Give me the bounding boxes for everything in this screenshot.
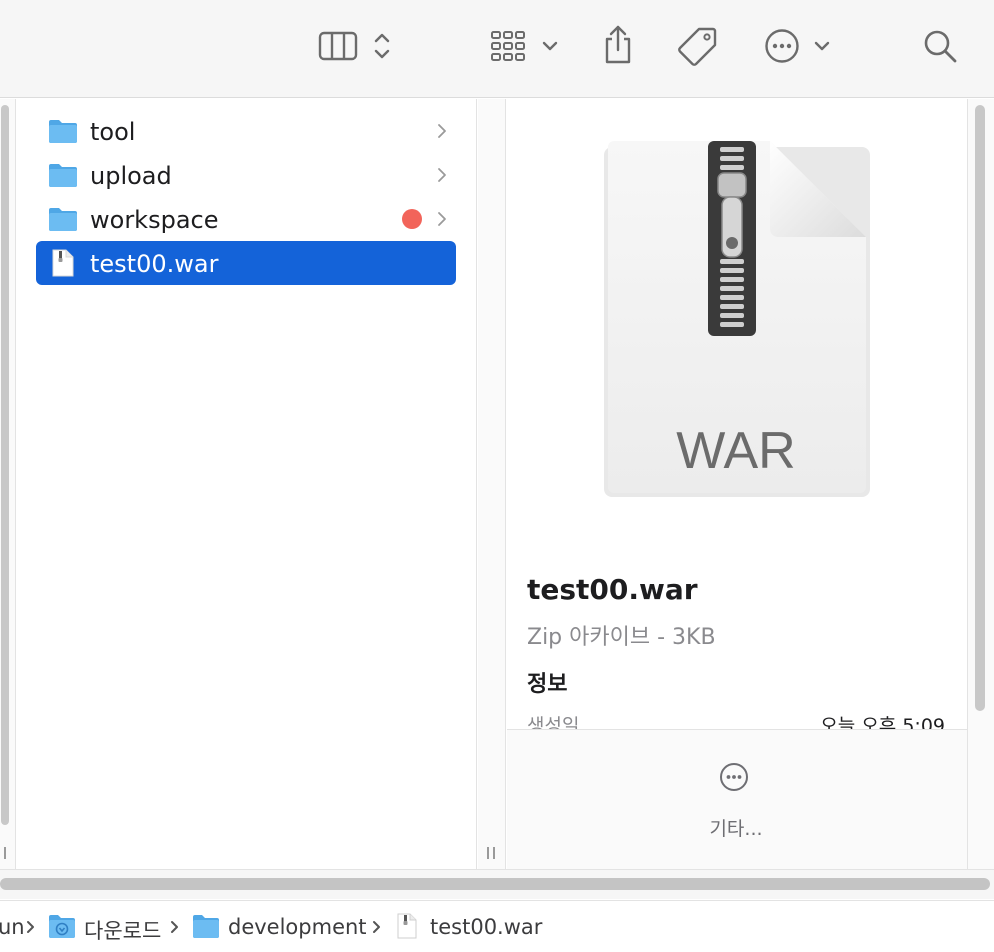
- preview-subtitle: Zip 아카이브 - 3KB: [527, 625, 716, 650]
- chevron-right-icon: [436, 121, 448, 141]
- chevron-down-icon[interactable]: [810, 36, 834, 56]
- search-icon[interactable]: [920, 26, 960, 66]
- list-item-label: test00.war: [90, 250, 219, 278]
- column-resize-handle[interactable]: [487, 847, 489, 859]
- path-crumb-downloads[interactable]: 다운로드: [84, 915, 161, 945]
- zip-file-icon: [48, 249, 78, 277]
- chevron-down-icon[interactable]: [538, 36, 562, 56]
- downloads-folder-icon: [48, 913, 76, 943]
- share-icon[interactable]: [598, 22, 638, 66]
- folder-icon: [48, 117, 78, 145]
- preview-scrollbar[interactable]: [975, 105, 985, 711]
- more-actions-icon[interactable]: [762, 26, 802, 66]
- tag-icon[interactable]: [676, 24, 720, 68]
- column-resize-handle[interactable]: [4, 847, 6, 859]
- file-list-column: tool upload workspace test00.war: [17, 99, 477, 869]
- info-value: 오늘 오후 5:09: [820, 715, 945, 729]
- path-crumb-file[interactable]: test00.war: [430, 915, 542, 939]
- info-row-created: 생성일 오늘 오후 5:09: [527, 711, 945, 729]
- chevron-right-icon: [170, 919, 180, 935]
- preview-scrollbar-track: [967, 99, 994, 869]
- zip-file-icon: [396, 913, 418, 943]
- chevron-right-icon: [372, 919, 382, 935]
- view-switch-chevrons-icon[interactable]: [370, 28, 394, 64]
- previous-column: [0, 99, 16, 869]
- more-label[interactable]: 기타...: [507, 814, 965, 841]
- list-item-test00-war[interactable]: test00.war: [36, 241, 456, 285]
- toolbar: [0, 0, 994, 98]
- more-button[interactable]: [719, 762, 749, 792]
- path-bar: un 다운로드 development test00.war: [0, 900, 994, 952]
- list-item-workspace[interactable]: workspace: [36, 197, 456, 241]
- column-divider: [478, 99, 506, 869]
- folder-icon: [192, 913, 220, 943]
- list-item-upload[interactable]: upload: [36, 153, 456, 197]
- columns-view-icon[interactable]: [316, 28, 360, 64]
- path-crumb-user[interactable]: un: [0, 915, 25, 939]
- chevron-right-icon: [26, 919, 36, 935]
- preview-actions: 기타...: [507, 729, 967, 869]
- preview-title: test00.war: [527, 573, 698, 606]
- horizontal-scrollbar[interactable]: [0, 878, 990, 890]
- info-heading: 정보: [527, 672, 568, 697]
- previous-column-scrollbar[interactable]: [1, 105, 9, 825]
- list-item-label: tool: [90, 118, 136, 146]
- list-item-label: workspace: [90, 206, 219, 234]
- chevron-right-icon: [436, 209, 448, 229]
- group-grid-icon[interactable]: [486, 28, 530, 64]
- icon-label: WAR: [676, 422, 796, 480]
- column-resize-handle[interactable]: [493, 847, 495, 859]
- horizontal-scrollbar-track: [0, 869, 994, 899]
- chevron-right-icon: [436, 165, 448, 185]
- folder-icon: [48, 205, 78, 233]
- info-key: 생성일: [527, 715, 580, 729]
- list-item-tool[interactable]: tool: [36, 109, 456, 153]
- path-crumb-development[interactable]: development: [228, 915, 367, 939]
- war-archive-icon: WAR: [600, 139, 872, 499]
- folder-icon: [48, 161, 78, 189]
- preview-pane: WAR test00.war Zip 아카이브 - 3KB 정보 생성일 오늘 …: [507, 99, 967, 869]
- red-tag-dot: [402, 209, 422, 229]
- list-item-label: upload: [90, 162, 172, 190]
